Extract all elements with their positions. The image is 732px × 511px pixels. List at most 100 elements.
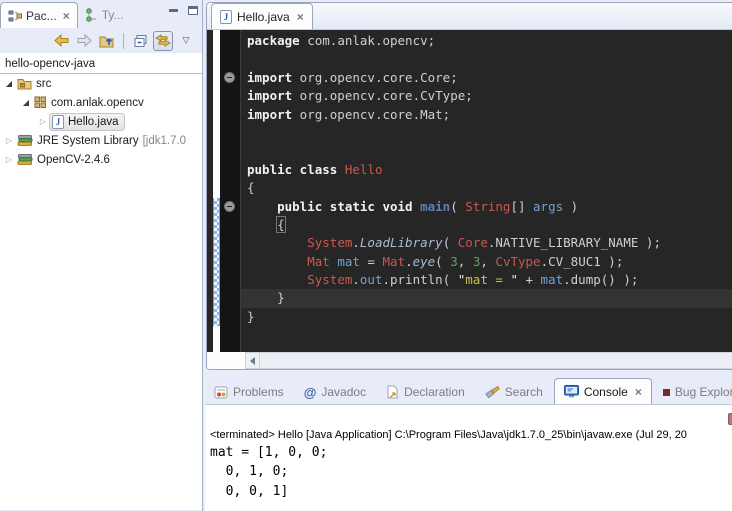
maximize-icon[interactable] [188,6,198,15]
scroll-left-button[interactable] [245,352,260,369]
tree-item-src[interactable]: ◢src [0,74,202,93]
left-arrow-icon [250,357,255,365]
code-line-9[interactable]: { [247,179,732,197]
code-line-13[interactable]: Mat mat = Mat.eye( 3, 3, CvType.CV_8UC1 … [247,253,732,271]
package-explorer-tree: hello-opencv-java◢src◢com.anlak.opencv▷J… [0,53,202,510]
folding-gutter[interactable] [220,30,241,352]
annotation-ruler[interactable] [213,30,220,352]
back-button[interactable] [51,31,71,51]
tab-package-explorer-label: Pac... [26,9,57,23]
code-line-11[interactable]: { [247,216,732,234]
console-title: <terminated> Hello [Java Application] C:… [205,429,732,441]
close-icon[interactable]: × [633,386,642,398]
scrollbar-track[interactable] [260,352,732,369]
tab-label: Bug Explorer [675,385,732,399]
tree-item-label: com.anlak.opencv [51,97,144,109]
editor-tab-label: Hello.java [237,10,290,24]
close-icon[interactable]: × [295,11,304,23]
toolbar-separator [123,33,124,49]
tab-declaration[interactable]: Declaration [377,380,474,404]
tab-console[interactable]: Console × [554,378,652,404]
type-hierarchy-icon [85,8,98,22]
tab-label: Problems [233,385,284,399]
code-line-14[interactable]: System.out.println( "mat = " + mat.dump(… [247,271,732,289]
tab-problems[interactable]: Problems [205,380,293,404]
left-view-tabbar: Pac... × Ty... [0,0,202,28]
tab-type-hierarchy[interactable]: Ty... [78,2,131,28]
tab-label: Declaration [404,385,465,399]
bottom-view-tabbar: Problems @ Javadoc Declaration Search Console… [205,378,732,404]
tree-item-hello.java[interactable]: ▷J Hello.java [0,112,202,131]
minimize-icon[interactable] [169,9,178,12]
tab-label: Search [505,385,543,399]
library-icon [17,134,33,147]
forward-button[interactable] [74,31,94,51]
bottom-view-stack: Problems @ Javadoc Declaration Search Console… [205,378,732,511]
javadoc-icon: @ [304,385,317,400]
tree-expanded-arrow-icon[interactable]: ◢ [3,79,15,88]
up-folder-icon [99,34,115,48]
code-line-3[interactable]: import org.opencv.core.Core; [247,69,732,87]
tree-item-jre-system-library[interactable]: ▷ JRE System Library [jdk1.7.0 [0,131,202,150]
back-icon [53,33,70,48]
console-output-line: 0, 1, 0; [210,462,732,481]
tree-collapsed-arrow-icon[interactable]: ▷ [37,117,49,126]
code-line-15[interactable]: } [241,289,732,307]
code-line-5[interactable]: import org.opencv.core.Mat; [247,106,732,124]
editor-tabbar: J Hello.java × [207,3,732,30]
go-up-button[interactable] [97,31,117,51]
package-explorer-toolbar: ▽ [0,28,202,53]
tree-item-label: OpenCV-2.4.6 [37,154,110,166]
tree-item-decoration: [jdk1.7.0 [143,135,186,147]
code-line-4[interactable]: import org.opencv.core.CvType; [247,87,732,105]
code-line-8[interactable]: public class Hello [247,161,732,179]
console-output-line: 0, 0, 1] [210,482,732,501]
close-icon[interactable]: × [61,10,70,22]
link-with-editor-button[interactable] [153,31,173,51]
editor-body: package com.anlak.opencv; import org.open… [207,30,732,352]
java-file-icon: J [52,115,64,129]
code-editor[interactable]: package com.anlak.opencv; import org.open… [241,30,732,352]
fold-collapse-icon[interactable] [224,72,235,83]
tab-type-hierarchy-label: Ty... [102,8,124,22]
package-explorer-view: Pac... × Ty... ▽ hello-opencv-java◢src◢c… [0,0,203,511]
console-view: <terminated> Hello [Java Application] C:… [205,404,732,511]
tree-item-label: JRE System Library [37,135,139,147]
code-line-2[interactable] [247,50,732,68]
fold-collapse-icon[interactable] [224,201,235,212]
package-explorer-icon [8,9,22,23]
console-toolbar-icon[interactable] [728,413,732,425]
code-line-12[interactable]: System.LoadLibrary( Core.NATIVE_LIBRARY_… [247,234,732,252]
tree-item-label: hello-opencv-java [5,58,95,70]
code-line-7[interactable] [247,142,732,160]
tab-label: Javadoc [321,385,366,399]
tab-bug-explorer[interactable]: Bug Explorer [654,380,732,404]
code-line-16[interactable]: } [247,308,732,326]
tree-item-com.anlak.opencv[interactable]: ◢ com.anlak.opencv [0,93,202,112]
tree-expanded-arrow-icon[interactable]: ◢ [20,98,32,107]
tab-label: Console [584,385,628,399]
tree-collapsed-arrow-icon[interactable]: ▷ [3,136,15,145]
tab-javadoc[interactable]: @ Javadoc [295,380,375,404]
tree-item-opencv-2.4.6[interactable]: ▷ OpenCV-2.4.6 [0,150,202,169]
console-toolbar [205,405,732,429]
declaration-icon [386,385,399,399]
view-menu-button[interactable]: ▽ [176,31,196,51]
code-line-1[interactable]: package com.anlak.opencv; [247,32,732,50]
code-line-6[interactable] [247,124,732,142]
collapse-all-icon [133,34,148,48]
code-line-10[interactable]: public static void main( String[] args ) [247,198,732,216]
console-output[interactable]: mat = [1, 0, 0; 0, 1, 0; 0, 0, 1] [205,443,732,501]
range-indicator [213,198,220,327]
editor-tab-hello-java[interactable]: J Hello.java × [211,3,313,29]
tree-item-label: Hello.java [68,116,119,128]
console-icon [564,385,579,398]
collapse-all-button[interactable] [130,31,150,51]
editor-horizontal-scrollbar[interactable] [207,352,732,369]
package-folder-icon [17,77,32,90]
editor-pane: J Hello.java × package com.anlak.opencv;… [206,2,732,370]
tab-search[interactable]: Search [476,380,552,404]
tab-package-explorer[interactable]: Pac... × [0,2,78,28]
tree-collapsed-arrow-icon[interactable]: ▷ [3,155,15,164]
tree-item-hello-opencv-java[interactable]: hello-opencv-java [0,55,202,74]
